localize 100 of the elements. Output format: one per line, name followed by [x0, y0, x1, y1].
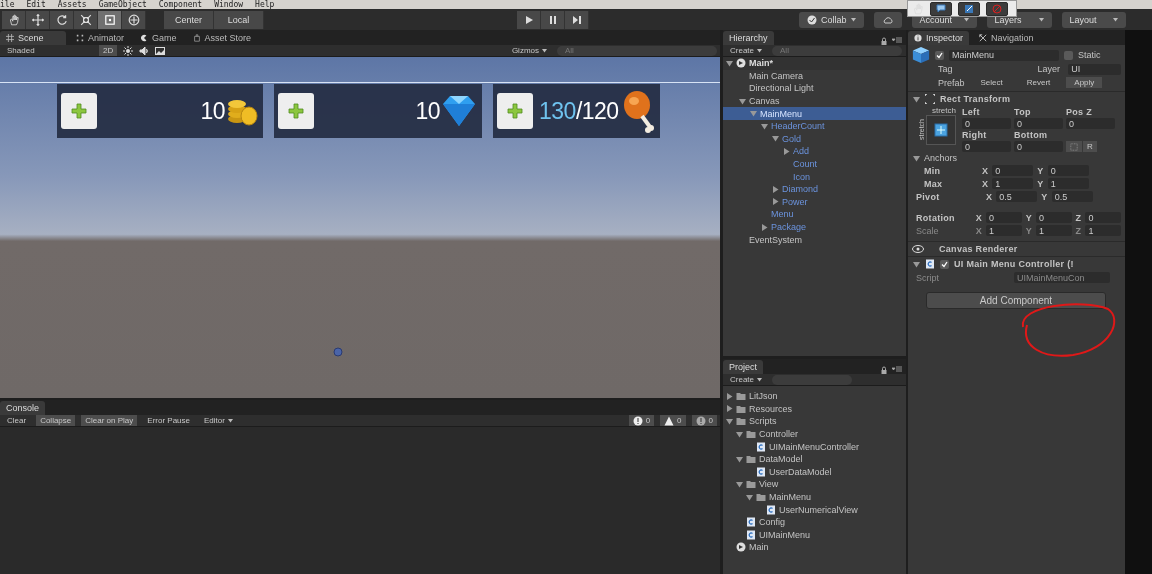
console-toggle[interactable]: Clear [3, 415, 31, 426]
number-field[interactable]: 0.5 [996, 191, 1038, 202]
project-item[interactable]: MainMenu [769, 492, 812, 503]
expanded-arrow-icon[interactable] [749, 110, 757, 118]
number-field[interactable]: 0 [992, 165, 1034, 176]
cloud-button[interactable] [873, 11, 902, 28]
project-item[interactable]: DataModel [759, 454, 803, 465]
number-field[interactable]: 0 [1085, 212, 1121, 223]
number-field[interactable]: 0 [1047, 165, 1089, 176]
expanded-arrow-icon[interactable] [735, 480, 743, 488]
hierarchy-tab[interactable]: Hierarchy [723, 31, 774, 45]
menu-item[interactable]: Edit [26, 0, 46, 9]
chat-button[interactable] [930, 1, 952, 16]
raw-edit-button[interactable]: R [1083, 141, 1097, 152]
editor-dropdown[interactable]: Editor [200, 415, 237, 426]
console-toggle[interactable]: Error Pause [143, 415, 194, 426]
number-field[interactable]: 1 [1047, 178, 1089, 189]
tool-button[interactable] [98, 10, 122, 29]
tree-row[interactable]: Directional Light [723, 82, 906, 95]
project-item[interactable]: UIMainMenuController [769, 441, 860, 452]
number-field[interactable]: 1 [992, 178, 1034, 189]
create-dropdown[interactable]: Create [726, 45, 766, 56]
collapsed-arrow-icon[interactable] [771, 198, 779, 206]
mode-2d-toggle[interactable]: 2D [99, 45, 118, 56]
number-field[interactable]: 0 [1014, 118, 1063, 129]
project-item[interactable]: View [759, 479, 779, 490]
add-component-button[interactable]: Add Component [926, 292, 1106, 309]
menu-item[interactable]: Help [255, 0, 275, 9]
tree-row[interactable]: Package [723, 220, 906, 234]
project-item[interactable]: Scripts [749, 416, 777, 427]
tree-row[interactable]: Diamond [723, 182, 906, 196]
expanded-arrow-icon[interactable] [725, 418, 733, 425]
add-button[interactable] [61, 93, 97, 129]
collapsed-arrow-icon[interactable] [725, 392, 733, 400]
project-item[interactable]: Main [749, 542, 769, 553]
console-toggle[interactable]: Clear on Play [81, 415, 138, 426]
collab-button[interactable]: Collab [799, 11, 864, 28]
log-count-toggle[interactable]: 0 [628, 415, 655, 426]
expanded-arrow-icon[interactable] [771, 135, 779, 143]
tree-row[interactable]: Menu [723, 208, 906, 221]
project-item[interactable]: UserNumericalView [779, 504, 858, 515]
pivot-button[interactable]: Center [164, 10, 214, 29]
add-button[interactable] [278, 93, 314, 129]
editor-tab[interactable]: Scene [0, 31, 66, 45]
layout-dropdown[interactable]: Layout [1061, 11, 1126, 28]
menu-item[interactable]: Component [158, 0, 203, 9]
scene-name[interactable]: Main* [749, 58, 773, 69]
inspector-tab[interactable]: Navigation [973, 31, 1040, 45]
project-item[interactable]: Resources [749, 403, 793, 414]
number-field[interactable]: 1 [986, 225, 1022, 236]
number-field[interactable]: 1 [1085, 225, 1121, 236]
expanded-arrow-icon[interactable] [912, 95, 920, 103]
log-count-toggle[interactable]: 0 [660, 415, 686, 426]
project-item[interactable]: Controller [759, 429, 798, 440]
console-toggle[interactable]: Collapse [36, 415, 76, 426]
number-field[interactable]: 0 [962, 141, 1011, 152]
tree-row[interactable]: Canvas [723, 94, 906, 108]
expanded-arrow-icon[interactable] [738, 97, 746, 105]
collapsed-arrow-icon[interactable] [771, 185, 779, 193]
gizmos-dropdown[interactable]: Gizmos [507, 45, 551, 56]
tree-row[interactable]: HeaderCount [723, 119, 906, 133]
collapsed-arrow-icon[interactable] [760, 223, 768, 231]
expanded-arrow-icon[interactable] [735, 430, 743, 438]
editor-tab[interactable]: Game [134, 31, 183, 45]
menu-item[interactable]: GameObject [98, 0, 147, 9]
prefab-button[interactable]: Select [972, 77, 1011, 88]
project-item[interactable]: LitJson [749, 391, 778, 402]
tree-row[interactable]: Power [723, 195, 906, 209]
shading-dropdown[interactable]: Shaded [3, 45, 93, 56]
number-field[interactable]: 0.5 [1051, 191, 1093, 202]
project-item[interactable]: UIMainMenu [759, 529, 811, 540]
layer-dropdown[interactable]: UI [1068, 63, 1121, 75]
tree-row[interactable]: Main Camera [723, 69, 906, 83]
expanded-arrow-icon[interactable] [725, 59, 733, 67]
number-field[interactable]: 0 [1066, 118, 1115, 129]
collapsed-arrow-icon[interactable] [725, 405, 733, 413]
collapsed-arrow-icon[interactable] [782, 147, 790, 155]
number-field[interactable]: 0 [1036, 212, 1072, 223]
console-tab[interactable]: Console [0, 401, 46, 415]
expanded-arrow-icon[interactable] [912, 260, 920, 268]
static-checkbox[interactable] [1064, 50, 1073, 60]
tree-row[interactable]: Icon [723, 170, 906, 183]
editor-tab[interactable]: Asset Store [186, 31, 258, 45]
search-field[interactable] [772, 374, 852, 385]
number-field[interactable]: 0 [962, 118, 1011, 129]
tree-row[interactable]: Add [723, 145, 906, 158]
menu-item[interactable]: Window [214, 0, 244, 9]
selected-tree-row[interactable]: MainMenu [723, 107, 906, 120]
number-field[interactable]: 0 [986, 212, 1022, 223]
component-checkbox[interactable] [940, 259, 949, 269]
expanded-arrow-icon[interactable] [735, 455, 743, 463]
project-item[interactable]: Config [759, 517, 785, 528]
block-button[interactable] [986, 1, 1008, 16]
prefab-button[interactable]: Revert [1018, 77, 1059, 88]
number-field[interactable]: 1 [1036, 225, 1072, 236]
anchor-preset-button[interactable] [926, 115, 956, 145]
add-button[interactable] [497, 93, 533, 129]
scene-view[interactable]: 10 10 130/120 [0, 57, 720, 398]
inspector-tab[interactable]: Inspector [908, 31, 970, 45]
menu-item[interactable]: Assets [57, 0, 87, 9]
